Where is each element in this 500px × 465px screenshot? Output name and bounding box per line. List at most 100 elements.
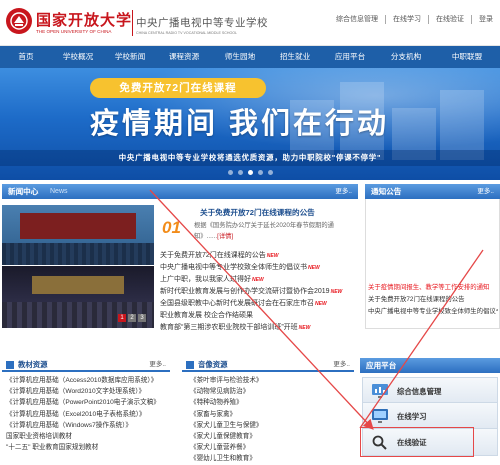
headline-number: 01: [162, 218, 181, 237]
carousel-dot[interactable]: [257, 170, 263, 175]
top-link-info-management[interactable]: 综合信息管理: [329, 15, 385, 24]
app-platform-header: 应用平台: [360, 358, 500, 373]
school-name-en: CHINA CENTRAL RADIO TV VOCATIONAL MIDDLE…: [136, 31, 238, 35]
notice-item[interactable]: 中央广播电视中等专业学校致全体师生的倡议书: [368, 306, 498, 318]
audio-item[interactable]: 《动物常见病防治》: [190, 386, 350, 397]
headline-detail-link[interactable]: [详情]: [217, 233, 233, 240]
notice-list: 关于疫情期间报生、教学等工作安排的通知 关于免费开放72门在线课程的公告 中央广…: [368, 282, 498, 318]
audio-item[interactable]: 《特种动物养殖》: [190, 397, 350, 408]
news-item-text[interactable]: 关于免费开放72门在线课程的公告: [160, 252, 266, 259]
news-item[interactable]: 新时代职业教育发展与创作办学交流研讨暨协作会2019NEW: [160, 286, 356, 298]
app-button-info-management[interactable]: 综合信息管理: [362, 377, 498, 405]
news-item-text[interactable]: 新时代职业教育发展与创作办学交流研讨暨协作会2019: [160, 288, 330, 295]
news-item-text[interactable]: 职业教育发展 校企合作结硕果: [160, 312, 253, 319]
pager-2[interactable]: 2: [128, 314, 136, 322]
notice-more-link[interactable]: 更多..: [477, 184, 494, 199]
teaching-section-header: 教材资源 更多..: [2, 358, 170, 372]
audio-section-header: 音像资源 更多..: [182, 358, 354, 372]
news-item-text[interactable]: 全国县级职教中心新时代发展研讨会在石家庄市召: [160, 300, 314, 307]
news-photo-pager: 1 2 3: [118, 314, 146, 322]
hero-banner[interactable]: 免费开放72门在线课程 疫情期间 我们在行动 中央广播电视中等专业学校将通选优质…: [0, 68, 500, 180]
carousel-dot[interactable]: [237, 170, 243, 175]
new-badge: NEW: [252, 277, 264, 283]
university-logo-icon[interactable]: [6, 8, 32, 34]
nav-item-admission[interactable]: 招生就业: [268, 46, 322, 68]
new-badge: NEW: [308, 265, 320, 271]
headline-desc-text: 根据《国务院办公厅关于延长2020年春节假期的通知》......: [194, 222, 334, 240]
nav-item-about[interactable]: 学校概况: [52, 46, 104, 68]
headline-title[interactable]: 关于免费开放72门在线课程的公告: [200, 207, 315, 218]
audio-item[interactable]: 《家犬儿童卫生与保健》: [190, 420, 350, 431]
photo-crowd: [2, 243, 154, 265]
audio-list: 《茶叶审评与检验技术》 《动物常见病防治》 《特种动物养殖》 《家畜与家禽》 《…: [190, 375, 350, 465]
news-item[interactable]: 上广中职，我以我家人过得好NEW: [160, 274, 356, 286]
nav-item-alliance[interactable]: 中职联盟: [434, 46, 500, 68]
notice-item[interactable]: 关于免费开放72门在线课程的公告: [368, 294, 498, 306]
news-more-link[interactable]: 更多..: [335, 184, 352, 199]
monitor-chart-icon: [372, 384, 388, 398]
carousel-dot-active[interactable]: [247, 170, 253, 175]
notice-item[interactable]: 关于疫情期间报生、教学等工作安排的通知: [368, 282, 498, 294]
pager-1[interactable]: 1: [118, 314, 126, 322]
photo-stage: [20, 213, 136, 239]
teaching-item[interactable]: 《计算机应用基础（Windows7操作系统）》: [6, 420, 170, 431]
top-link-online-learning[interactable]: 在线学习: [385, 15, 428, 24]
audio-more-link[interactable]: 更多..: [333, 358, 350, 371]
news-item[interactable]: 职业教育发展 校企合作结硕果: [160, 310, 356, 322]
university-name-en: THE OPEN UNIVERSITY OF CHINA: [36, 29, 112, 34]
news-section-header: 新闻中心 News 更多..: [2, 184, 358, 199]
headline-desc: 根据《国务院办公厅关于延长2020年春节假期的通知》......[详情]: [194, 220, 350, 242]
top-links: 综合信息管理 在线学习 在线验证 登录: [329, 15, 500, 24]
audio-item[interactable]: 《家犬儿童保健教育》: [190, 431, 350, 442]
audio-item[interactable]: 《婴幼儿卫生和教育》: [190, 453, 350, 464]
nav-item-courses[interactable]: 课程资源: [156, 46, 212, 68]
carousel-dot[interactable]: [267, 170, 273, 175]
monitor-icon: [372, 409, 388, 423]
banner-pill: 免费开放72门在线课程: [90, 78, 266, 98]
news-item[interactable]: 关于免费开放72门在线课程的公告NEW: [160, 250, 356, 262]
teaching-section-title: 教材资源: [18, 360, 48, 369]
news-list: 关于免费开放72门在线课程的公告NEW 中央广播电视中等专业学校致全体师生的倡议…: [160, 250, 356, 334]
teaching-more-link[interactable]: 更多..: [149, 358, 166, 371]
logo-divider: [132, 10, 133, 36]
banner-subslogan: 中央广播电视中等专业学校将通选优质资源，助力中职院校"停课不停学": [0, 150, 500, 166]
new-badge: NEW: [315, 301, 327, 307]
audio-item[interactable]: 《家畜与家禽》: [190, 409, 350, 420]
pager-3[interactable]: 3: [138, 314, 146, 322]
nav-item-home[interactable]: 首页: [0, 46, 52, 68]
news-item[interactable]: 全国县级职教中心新时代发展研讨会在石家庄市召NEW: [160, 298, 356, 310]
audio-section-title: 音像资源: [198, 360, 228, 369]
notice-section-header: 通知公告 更多..: [365, 184, 500, 199]
main-nav: 首页 学校概况 学校新闻 课程资源 师生园地 招生就业 应用平台 分支机构 中职…: [0, 46, 500, 68]
carousel-dots: [0, 170, 500, 175]
page: 国家开放大学 THE OPEN UNIVERSITY OF CHINA 中央广播…: [0, 0, 500, 465]
section-square-icon: [6, 361, 14, 369]
news-section-subtitle: News: [50, 188, 68, 195]
teaching-item[interactable]: 《计算机应用基础（Word2010文字处理系统）》: [6, 386, 170, 397]
nav-item-campus[interactable]: 师生园地: [212, 46, 268, 68]
top-link-login[interactable]: 登录: [471, 15, 500, 24]
nav-item-apps[interactable]: 应用平台: [322, 46, 378, 68]
news-photo-1[interactable]: [2, 205, 154, 265]
university-name[interactable]: 国家开放大学: [36, 9, 132, 30]
teaching-item[interactable]: 国家职业资格培训教材: [6, 431, 170, 442]
teaching-item[interactable]: "十二五" 职业教育国家规划教材: [6, 442, 170, 453]
news-item[interactable]: 中央广播电视中等专业学校致全体师生的倡议书NEW: [160, 262, 356, 274]
news-item-text[interactable]: 教育部“第三期涉农职业院校干部培训班”开班: [160, 324, 298, 331]
news-item-text[interactable]: 中央广播电视中等专业学校致全体师生的倡议书: [160, 264, 307, 271]
news-item[interactable]: 教育部“第三期涉农职业院校干部培训班”开班NEW: [160, 322, 356, 334]
headline-number-badge: 01: [162, 218, 190, 244]
teaching-item[interactable]: 《计算机应用基础（PowerPoint2010电子演示文稿》: [6, 397, 170, 408]
header: 国家开放大学 THE OPEN UNIVERSITY OF CHINA 中央广播…: [0, 0, 500, 46]
audio-item[interactable]: 《家犬儿童营养餐》: [190, 442, 350, 453]
nav-item-branches[interactable]: 分支机构: [378, 46, 434, 68]
app-button-online-learning[interactable]: 在线学习: [362, 402, 498, 430]
nav-item-news[interactable]: 学校新闻: [104, 46, 156, 68]
banner-slogan: 疫情期间 我们在行动: [90, 108, 390, 140]
teaching-item[interactable]: 《计算机应用基础（Excel2010电子表格系统）》: [6, 409, 170, 420]
top-link-online-verify[interactable]: 在线验证: [428, 15, 471, 24]
carousel-dot[interactable]: [227, 170, 233, 175]
news-item-text[interactable]: 上广中职，我以我家人过得好: [160, 276, 251, 283]
teaching-item[interactable]: 《计算机应用基础（Access2010数据库应用系统）》: [6, 375, 170, 386]
audio-item[interactable]: 《茶叶审评与检验技术》: [190, 375, 350, 386]
